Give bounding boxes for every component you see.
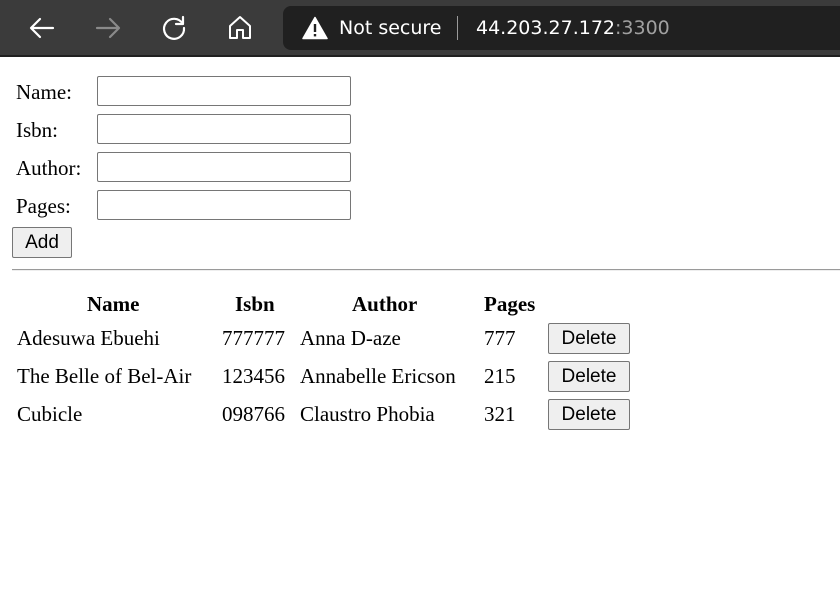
cell-pages: 215 bbox=[484, 364, 516, 388]
author-label: Author: bbox=[16, 156, 82, 180]
cell-name: Cubicle bbox=[17, 402, 83, 426]
back-button[interactable] bbox=[24, 10, 60, 46]
isbn-label: Isbn: bbox=[16, 118, 58, 142]
url-text[interactable]: 44.203.27.172:3300 bbox=[476, 15, 670, 41]
divider bbox=[12, 269, 840, 271]
home-button[interactable] bbox=[222, 10, 258, 46]
delete-button[interactable]: Delete bbox=[548, 399, 630, 430]
security-status-text[interactable]: Not secure bbox=[339, 15, 442, 41]
refresh-button[interactable] bbox=[156, 10, 192, 46]
delete-button[interactable]: Delete bbox=[548, 323, 630, 354]
pages-input[interactable] bbox=[97, 190, 351, 220]
url-host: 44.203.27.172 bbox=[476, 17, 616, 39]
arrow-left-icon bbox=[29, 17, 55, 39]
refresh-icon bbox=[162, 15, 186, 40]
page-content: Name: Isbn: Author: Pages: Add Name Isbn… bbox=[0, 59, 840, 591]
column-header-author: Author bbox=[352, 292, 418, 316]
cell-author: Annabelle Ericson bbox=[300, 364, 456, 388]
pages-label: Pages: bbox=[16, 194, 71, 218]
add-button[interactable]: Add bbox=[12, 227, 72, 258]
forward-button[interactable] bbox=[90, 10, 126, 46]
cell-isbn: 123456 bbox=[222, 364, 285, 388]
cell-isbn: 777777 bbox=[222, 326, 285, 350]
warning-triangle-icon bbox=[302, 16, 328, 40]
author-input[interactable] bbox=[97, 152, 351, 182]
column-header-name: Name bbox=[87, 292, 140, 316]
arrow-right-icon bbox=[95, 17, 121, 39]
cell-name: Adesuwa Ebuehi bbox=[17, 326, 160, 350]
delete-button[interactable]: Delete bbox=[548, 361, 630, 392]
cell-pages: 777 bbox=[484, 326, 516, 350]
cell-author: Claustro Phobia bbox=[300, 402, 435, 426]
cell-isbn: 098766 bbox=[222, 402, 285, 426]
isbn-input[interactable] bbox=[97, 114, 351, 144]
browser-toolbar: Not secure 44.203.27.172:3300 bbox=[0, 0, 840, 57]
name-input[interactable] bbox=[97, 76, 351, 106]
column-header-isbn: Isbn bbox=[235, 292, 275, 316]
column-header-pages: Pages bbox=[484, 292, 536, 316]
cell-pages: 321 bbox=[484, 402, 516, 426]
url-port: :3300 bbox=[615, 17, 670, 39]
address-bar[interactable]: Not secure 44.203.27.172:3300 bbox=[283, 6, 840, 50]
cell-author: Anna D-aze bbox=[300, 326, 401, 350]
name-label: Name: bbox=[16, 80, 72, 104]
home-icon bbox=[229, 16, 251, 39]
address-divider bbox=[457, 16, 458, 40]
cell-name: The Belle of Bel-Air bbox=[17, 364, 192, 388]
